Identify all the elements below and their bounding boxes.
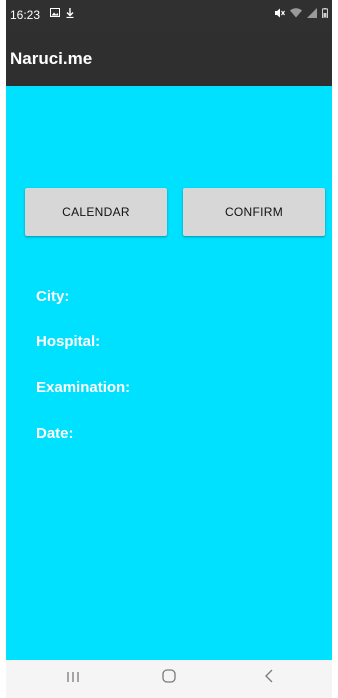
navigation-bar <box>6 660 332 698</box>
recent-apps-icon[interactable] <box>58 668 88 689</box>
home-icon[interactable] <box>154 668 184 689</box>
mute-icon <box>274 8 285 21</box>
signal-icon <box>307 8 317 21</box>
date-label: Date: <box>36 425 74 442</box>
confirm-button[interactable]: CONFIRM <box>183 188 325 236</box>
status-bar: 16:23 <box>6 0 332 32</box>
download-icon <box>66 8 74 21</box>
wifi-icon <box>290 8 302 21</box>
phone-screen: 16:23 Naruci.me CALENDAR CONFIRM City: H… <box>6 0 332 698</box>
app-bar: Naruci.me <box>6 32 332 86</box>
battery-icon <box>322 8 328 21</box>
city-label: City: <box>36 288 70 305</box>
status-right-icons <box>274 8 328 21</box>
image-icon <box>50 8 60 21</box>
app-title: Naruci.me <box>10 49 93 68</box>
hospital-label: Hospital: <box>36 333 101 350</box>
status-time: 16:23 <box>10 8 41 22</box>
calendar-button[interactable]: CALENDAR <box>25 188 167 236</box>
main-content: CALENDAR CONFIRM City: Hospital: Examina… <box>6 86 332 660</box>
examination-label: Examination: <box>36 379 131 396</box>
status-left-icons <box>50 8 74 21</box>
back-icon[interactable] <box>254 668 284 689</box>
